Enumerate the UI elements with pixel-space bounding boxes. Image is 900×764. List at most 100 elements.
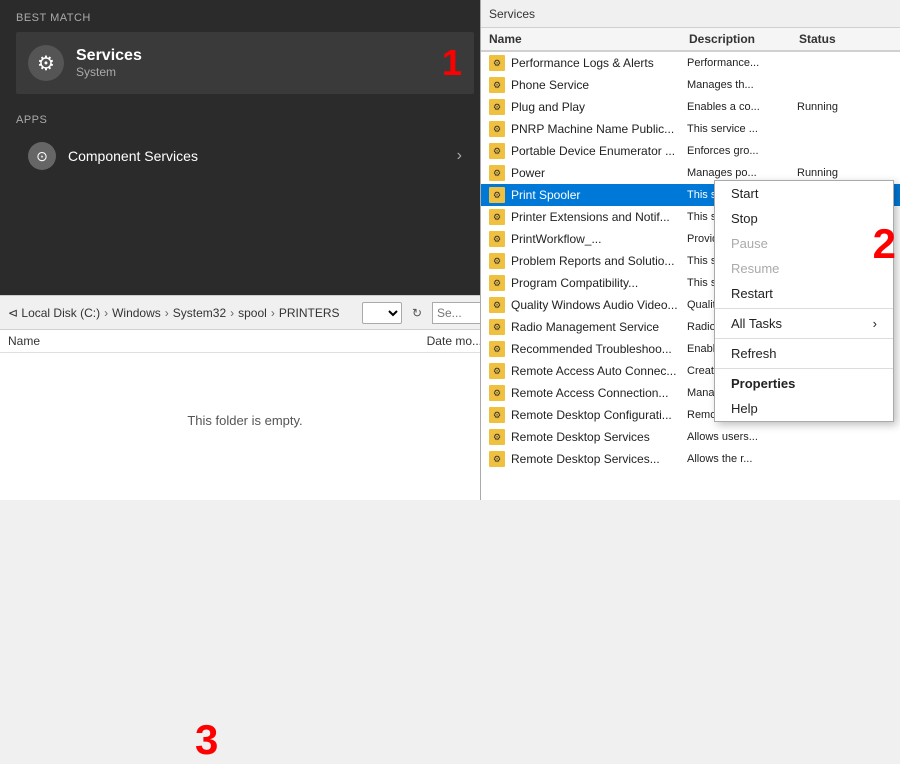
step-badge-2: 2 [873, 220, 896, 268]
service-name: Recommended Troubleshoo... [511, 342, 687, 356]
apps-section: Apps ⊙ Component Services › [0, 102, 490, 186]
best-match-label: Best match [16, 12, 474, 24]
ctx-label: Restart [731, 286, 773, 301]
ctx-label: Start [731, 186, 758, 201]
ctx-item-help[interactable]: Help [715, 396, 893, 421]
service-icon: ⚙ [489, 363, 505, 379]
service-icon: ⚙ [489, 187, 505, 203]
component-services-item[interactable]: ⊙ Component Services › [16, 134, 474, 178]
fe-col-name: Name [8, 334, 245, 348]
service-name: Problem Reports and Solutio... [511, 254, 687, 268]
breadcrumb-dropdown[interactable] [362, 302, 402, 324]
service-icon: ⚙ [489, 77, 505, 93]
context-menu: Start Stop PauseResume Restart All Tasks › Ref… [714, 180, 894, 422]
bc-printers[interactable]: PRINTERS [279, 306, 340, 320]
apps-label: Apps [16, 114, 474, 126]
ctx-label: Stop [731, 211, 758, 226]
component-services-name: Component Services [68, 148, 457, 164]
ctx-label: Refresh [731, 346, 777, 361]
ctx-arrow-icon: › [873, 316, 877, 331]
service-name: Remote Desktop Services... [511, 452, 687, 466]
service-name: Portable Device Enumerator ... [511, 144, 687, 158]
service-row[interactable]: ⚙ Phone Service Manages th... [481, 74, 900, 96]
service-row[interactable]: ⚙ Remote Desktop Services... Allows the … [481, 448, 900, 470]
ctx-item-all-tasks[interactable]: All Tasks › [715, 311, 893, 336]
file-explorer: ⊲ Local Disk (C:) › Windows › System32 ›… [0, 295, 490, 500]
service-icon: ⚙ [489, 407, 505, 423]
service-icon: ⚙ [489, 143, 505, 159]
service-row[interactable]: ⚙ Plug and Play Enables a co... Running [481, 96, 900, 118]
ctx-item-pause: Pause [715, 231, 893, 256]
service-status: Running [797, 167, 867, 179]
service-icon: ⚙ [489, 121, 505, 137]
services-window-title: Services [489, 7, 535, 21]
service-icon: ⚙ [489, 253, 505, 269]
bc-spool[interactable]: spool [238, 306, 267, 320]
service-desc: Allows users... [687, 431, 797, 443]
best-match-section: Best match ⚙ Services System 1 [0, 0, 490, 102]
service-icon: ⚙ [489, 55, 505, 71]
bc-local-disk[interactable]: ⊲ Local Disk (C:) [8, 306, 100, 320]
ctx-item-stop[interactable]: Stop [715, 206, 893, 231]
ctx-label: All Tasks [731, 316, 782, 331]
service-icon: ⚙ [489, 275, 505, 291]
col-name-header: Name [489, 32, 689, 46]
service-name: Printer Extensions and Notif... [511, 210, 687, 224]
fe-nav-buttons: ↻ [406, 304, 428, 322]
services-columns: Name Description Status [481, 28, 900, 52]
service-icon: ⚙ [489, 385, 505, 401]
bc-system32[interactable]: System32 [173, 306, 226, 320]
col-status-header: Status [799, 32, 869, 46]
step-badge-1: 1 [442, 42, 462, 84]
ctx-divider [715, 308, 893, 309]
service-desc: Enforces gro... [687, 145, 797, 157]
service-row[interactable]: ⚙ Portable Device Enumerator ... Enforce… [481, 140, 900, 162]
service-desc: Manages po... [687, 167, 797, 179]
ctx-item-restart[interactable]: Restart [715, 281, 893, 306]
ctx-item-properties[interactable]: Properties [715, 371, 893, 396]
ctx-item-resume: Resume [715, 256, 893, 281]
service-name: Remote Desktop Services [511, 430, 687, 444]
ctx-item-refresh[interactable]: Refresh [715, 341, 893, 366]
service-name: Power [511, 166, 687, 180]
fe-columns: Name Date mo... [0, 330, 490, 353]
component-services-icon: ⊙ [28, 142, 56, 170]
service-icon: ⚙ [489, 209, 505, 225]
service-name: Radio Management Service [511, 320, 687, 334]
fe-search-input[interactable] [432, 302, 482, 324]
service-icon: ⚙ [489, 451, 505, 467]
service-name: Print Spooler [511, 188, 687, 202]
service-desc: Enables a co... [687, 101, 797, 113]
app-arrow-icon: › [457, 147, 462, 165]
service-row[interactable]: ⚙ PNRP Machine Name Public... This servi… [481, 118, 900, 140]
file-explorer-bar: ⊲ Local Disk (C:) › Windows › System32 ›… [0, 296, 490, 330]
service-icon: ⚙ [489, 231, 505, 247]
bc-windows[interactable]: Windows [112, 306, 161, 320]
services-header: Services [481, 0, 900, 28]
ctx-item-start[interactable]: Start [715, 181, 893, 206]
ctx-divider [715, 338, 893, 339]
fe-refresh-btn[interactable]: ↻ [406, 304, 428, 322]
service-icon: ⚙ [489, 99, 505, 115]
service-desc: This service ... [687, 123, 797, 135]
best-match-item[interactable]: ⚙ Services System 1 [16, 32, 474, 94]
service-name: Remote Desktop Configurati... [511, 408, 687, 422]
service-name: Plug and Play [511, 100, 687, 114]
service-name: Performance Logs & Alerts [511, 56, 687, 70]
service-icon: ⚙ [489, 319, 505, 335]
services-subtitle: System [76, 65, 142, 79]
col-desc-header: Description [689, 32, 799, 46]
service-icon: ⚙ [489, 429, 505, 445]
service-status: Running [797, 101, 867, 113]
ctx-divider [715, 368, 893, 369]
services-title: Services [76, 47, 142, 65]
service-desc: Performance... [687, 57, 797, 69]
fe-col-date: Date mo... [245, 334, 482, 348]
service-desc: Allows the r... [687, 453, 797, 465]
service-row[interactable]: ⚙ Remote Desktop Services Allows users..… [481, 426, 900, 448]
service-row[interactable]: ⚙ Performance Logs & Alerts Performance.… [481, 52, 900, 74]
service-name: Remote Access Auto Connec... [511, 364, 687, 378]
service-name: PNRP Machine Name Public... [511, 122, 687, 136]
fe-empty-message: This folder is empty. [0, 353, 490, 488]
service-icon: ⚙ [489, 341, 505, 357]
